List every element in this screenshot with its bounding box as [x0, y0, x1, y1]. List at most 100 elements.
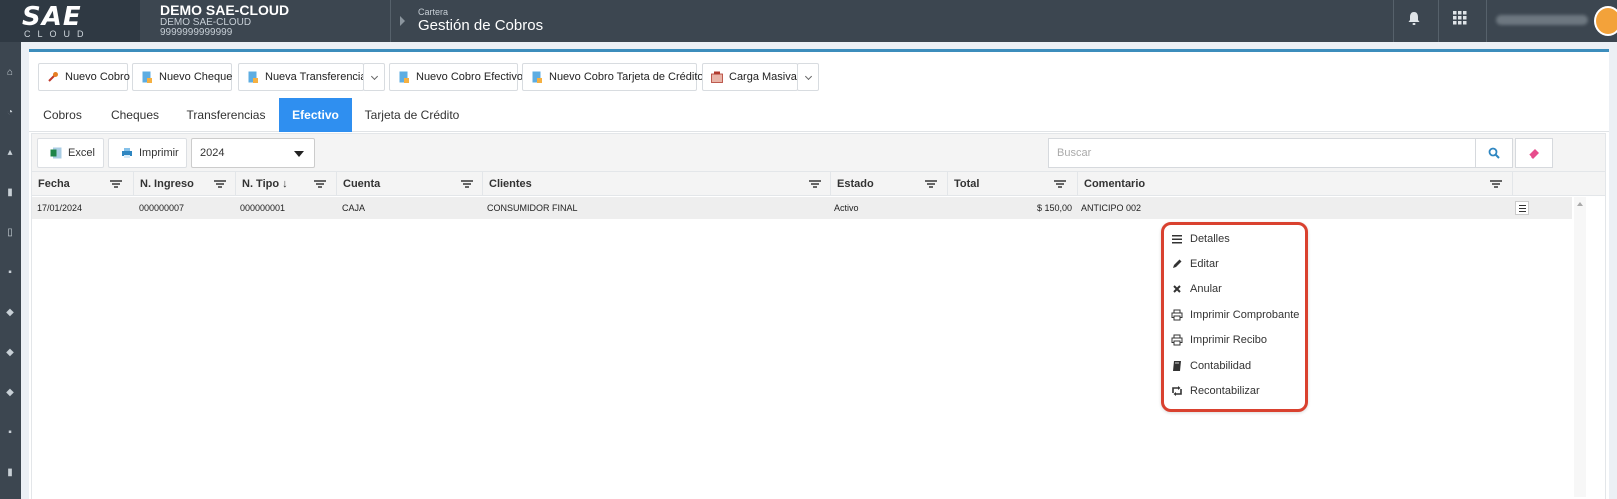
table-row[interactable]: 17/01/2024 000000007 000000001 CAJA CONS…	[32, 197, 1572, 219]
row-context-menu: Detalles Editar Anular Imprimir Comproba…	[1161, 222, 1308, 412]
column-header-label: Comentario	[1084, 178, 1146, 190]
menu-item-label: Recontabilizar	[1190, 385, 1260, 397]
bell-icon[interactable]	[1404, 11, 1424, 31]
menu-item-contabilidad[interactable]: Contabilidad	[1168, 356, 1251, 376]
document-icon	[399, 71, 409, 83]
column-header-estado[interactable]: Estado	[831, 172, 948, 196]
clear-button[interactable]	[1515, 138, 1553, 168]
file-icon[interactable]: ▯	[3, 226, 17, 240]
content-panel: Nuevo Cobro Nuevo Cheque Nueva Transfere…	[29, 49, 1609, 499]
logo[interactable]: SAE CLOUD	[0, 0, 140, 42]
report-icon[interactable]: ▮	[3, 466, 17, 480]
cart-icon[interactable]: ◆	[3, 306, 17, 320]
filter-icon[interactable]	[110, 180, 122, 188]
menu-item-label: Detalles	[1190, 233, 1230, 245]
nuevo-cheque-button[interactable]: Nuevo Cheque	[132, 63, 232, 91]
document-icon	[142, 71, 152, 83]
divider	[1486, 0, 1487, 42]
apps-grid-icon[interactable]	[1450, 11, 1470, 31]
money-icon[interactable]: ◆	[3, 346, 17, 360]
column-header-total[interactable]: Total	[948, 172, 1078, 196]
printer-icon	[1171, 309, 1183, 321]
cell-comentario: ANTICIPO 002	[1081, 203, 1142, 213]
column-header-fecha[interactable]: Fecha	[32, 172, 134, 196]
company-id: 9999999999999	[160, 27, 233, 38]
cell-total: $ 150,00	[1036, 203, 1072, 213]
upload-box-icon	[711, 71, 723, 83]
filter-icon[interactable]	[1054, 180, 1066, 188]
column-header-label: Estado	[837, 178, 874, 190]
nueva-transferencia-dropdown[interactable]	[363, 63, 385, 91]
document-icon	[248, 71, 258, 83]
nuevo-cheque-label: Nuevo Cheque	[159, 71, 233, 83]
filter-icon[interactable]	[925, 180, 937, 188]
column-header-label: N. Tipo ↓	[242, 178, 288, 190]
carga-masiva-button[interactable]: Carga Masiva	[702, 63, 798, 91]
bank-icon[interactable]: ◆	[3, 386, 17, 400]
imprimir-label: Imprimir	[139, 147, 179, 159]
column-header-comentario[interactable]: Comentario	[1078, 172, 1513, 196]
menu-item-recontabilizar[interactable]: Recontabilizar	[1168, 381, 1260, 401]
column-header-clientes[interactable]: Clientes	[483, 172, 831, 196]
carga-masiva-dropdown[interactable]	[797, 63, 819, 91]
year-select[interactable]: 2024	[191, 138, 315, 168]
pencil-icon	[1173, 259, 1182, 268]
imprimir-button[interactable]: Imprimir	[108, 138, 187, 168]
settings-icon[interactable]: ▪	[3, 426, 17, 440]
box-icon[interactable]: ▪	[3, 266, 17, 280]
menu-item-imprimir-recibo[interactable]: Imprimir Recibo	[1168, 330, 1267, 350]
vertical-scrollbar[interactable]	[1574, 197, 1586, 497]
nuevo-cobro-label: Nuevo Cobro	[65, 71, 130, 83]
tab-cobros[interactable]: Cobros	[29, 98, 96, 132]
filter-icon[interactable]	[1490, 180, 1502, 188]
nueva-transferencia-button[interactable]: Nueva Transferencia	[238, 63, 367, 91]
cell-estado: Activo	[834, 203, 859, 213]
filter-icon[interactable]	[809, 180, 821, 188]
company-name: DEMO SAE-CLOUD	[160, 2, 290, 18]
book-icon	[1173, 361, 1181, 371]
column-header-tipo[interactable]: N. Tipo ↓	[236, 172, 337, 196]
column-header-ingreso[interactable]: N. Ingreso	[134, 172, 236, 196]
chart-icon[interactable]: ▴	[3, 146, 17, 160]
menu-item-anular[interactable]: Anular	[1168, 279, 1222, 299]
search-input[interactable]: Buscar	[1048, 138, 1476, 168]
column-header-label: Total	[954, 178, 980, 190]
filter-icon[interactable]	[314, 180, 326, 188]
menu-item-detalles[interactable]: Detalles	[1168, 229, 1230, 249]
filter-icon[interactable]	[214, 180, 226, 188]
nuevo-cobro-tarjeta-button[interactable]: Nuevo Cobro Tarjeta de Crédito	[522, 63, 704, 91]
excel-button[interactable]: Excel	[37, 138, 104, 168]
left-sidebar: ⌂ ◔ ▴ ▮ ▯ ▪ ◆ ◆ ◆ ▪ ▮	[0, 42, 21, 499]
user-name-blurred[interactable]	[1496, 15, 1588, 25]
cell-cuenta: CAJA	[342, 203, 366, 213]
tab-bar: Cobros Cheques Transferencias Efectivo T…	[29, 98, 1609, 132]
tab-cheques[interactable]: Cheques	[96, 98, 174, 132]
nuevo-cobro-efectivo-label: Nuevo Cobro Efectivo	[416, 71, 523, 83]
cell-fecha: 17/01/2024	[37, 203, 83, 213]
menu-item-imprimir-comprobante[interactable]: Imprimir Comprobante	[1168, 305, 1299, 325]
menu-item-label: Contabilidad	[1190, 360, 1252, 372]
nuevo-cobro-efectivo-button[interactable]: Nuevo Cobro Efectivo	[389, 63, 523, 91]
filter-icon[interactable]	[461, 180, 473, 188]
menu-item-editar[interactable]: Editar	[1168, 254, 1219, 274]
clock-icon[interactable]: ◔	[3, 106, 17, 120]
tab-transferencias[interactable]: Transferencias	[174, 98, 278, 132]
breadcrumb-parent: Cartera	[418, 7, 449, 17]
column-header-label: N. Ingreso	[140, 178, 194, 190]
doc-icon[interactable]: ▮	[3, 186, 17, 200]
grid-header: Fecha N. Ingreso N. Tipo ↓ Cuenta Client…	[32, 172, 1605, 196]
tab-efectivo[interactable]: Efectivo	[279, 98, 352, 132]
breadcrumb-arrow-icon	[400, 16, 405, 26]
divider	[1393, 0, 1394, 42]
divider	[390, 0, 391, 42]
tab-tarjeta-credito[interactable]: Tarjeta de Crédito	[352, 98, 472, 132]
page-title: Gestión de Cobros	[418, 17, 544, 34]
avatar[interactable]	[1594, 6, 1617, 36]
home-icon[interactable]: ⌂	[3, 66, 17, 80]
search-button[interactable]	[1475, 138, 1513, 168]
nuevo-cobro-button[interactable]: Nuevo Cobro	[38, 63, 130, 91]
divider	[1438, 0, 1439, 42]
row-menu-button[interactable]	[1515, 201, 1529, 215]
list-icon	[1172, 235, 1182, 244]
column-header-cuenta[interactable]: Cuenta	[337, 172, 483, 196]
